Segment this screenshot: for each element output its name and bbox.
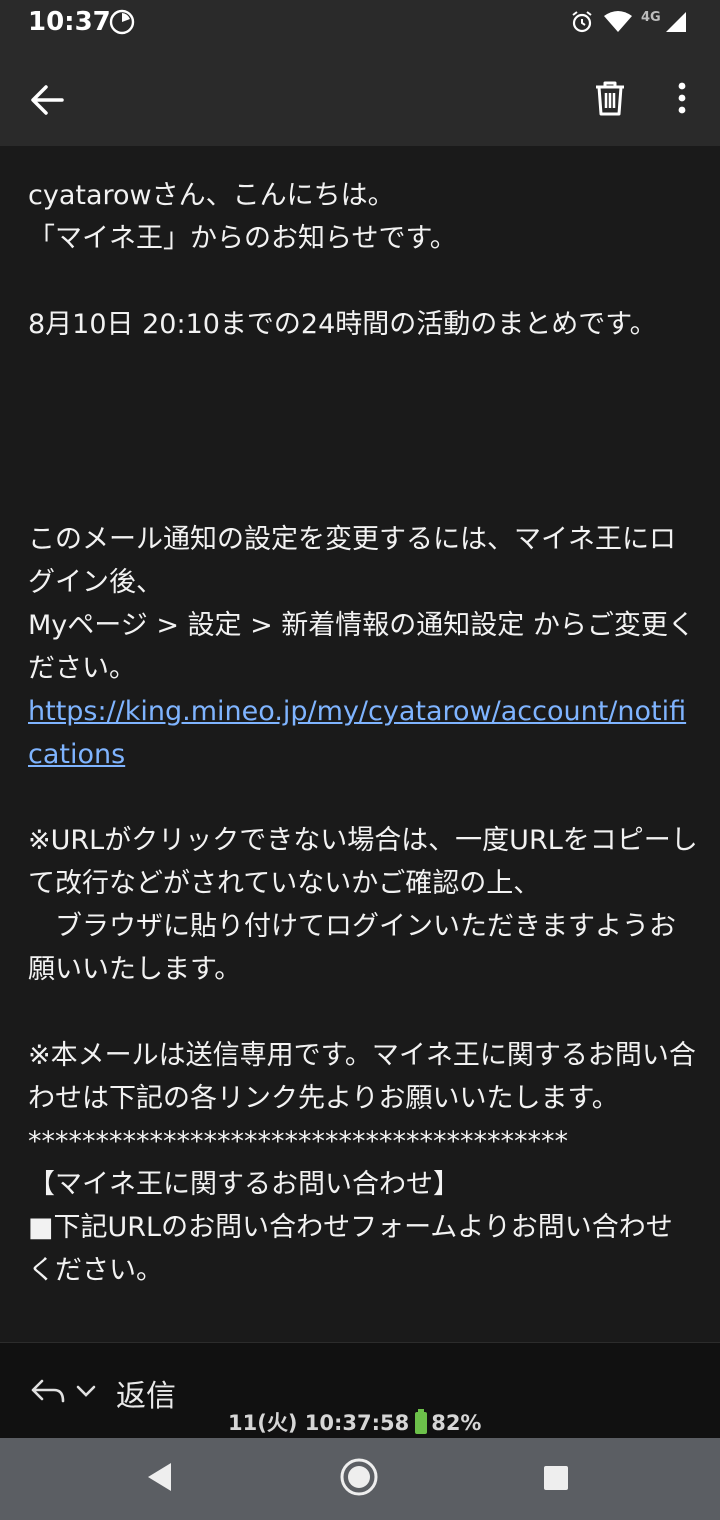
overlay-clock: 11(火) 10:37:58 82% xyxy=(228,1407,481,1437)
navigation-bar xyxy=(0,1438,720,1520)
summary-line: 8月10日 20:10までの24時間の活動のまとめです。 xyxy=(28,309,657,340)
reply-icon[interactable] xyxy=(30,1377,66,1411)
more-vert-icon xyxy=(678,82,686,114)
chevron-down-icon[interactable] xyxy=(76,1383,96,1402)
more-options-button[interactable] xyxy=(664,76,700,120)
reply-bar: 返信 11(火) 10:37:58 82% xyxy=(0,1342,720,1439)
delete-button[interactable] xyxy=(588,76,632,120)
status-bar: 10:37 4G xyxy=(0,0,720,46)
settings-line: このメール通知の設定を変更するには、マイネ王にログイン後、 xyxy=(28,524,676,598)
separator-line: **************************************** xyxy=(28,1126,568,1157)
reply-button[interactable]: 返信 xyxy=(116,1371,176,1415)
send-only-note: ※本メールは送信専用です。マイネ王に関するお問い合わせは下記の各リンク先よりお願… xyxy=(28,1040,696,1114)
greeting-line: cyatarowさん、こんにちは。 xyxy=(28,180,395,211)
contact-heading: 【マイネ王に関するお問い合わせ】 xyxy=(28,1169,460,1200)
network-type: 4G xyxy=(641,10,661,25)
signal-icon xyxy=(664,10,688,38)
url-note-line: ※URLがクリックできない場合は、一度URLをコピーして改行などがされていないか… xyxy=(28,825,698,899)
timer-icon xyxy=(108,8,136,40)
back-button[interactable] xyxy=(24,76,72,124)
app-bar xyxy=(0,46,720,146)
nav-back-icon[interactable] xyxy=(145,1460,175,1498)
clock-text: 11(火) 10:37:58 xyxy=(228,1411,410,1435)
alarm-icon xyxy=(570,10,594,38)
contact-line: ■下記URLのお問い合わせフォームよりお問い合わせください。 xyxy=(28,1212,673,1286)
status-time: 10:37 xyxy=(28,7,111,37)
browser-note-line: ブラウザに貼り付けてログインいただきますようお願いいたします。 xyxy=(28,911,676,985)
notification-settings-link[interactable]: https://king.mineo.jp/my/cyatarow/accoun… xyxy=(28,696,686,770)
nav-home-icon[interactable] xyxy=(338,1456,380,1502)
intro-line: 「マイネ王」からのお知らせです。 xyxy=(28,223,457,254)
battery-icon xyxy=(415,1409,428,1434)
settings-path-line: Myページ > 設定 > 新着情報の通知設定 からご変更ください。 xyxy=(28,610,695,684)
nav-recents-icon[interactable] xyxy=(542,1464,570,1496)
email-body[interactable]: cyatarowさん、こんにちは。 「マイネ王」からのお知らせです。 8月10日… xyxy=(0,146,720,1342)
email-content: cyatarowさん、こんにちは。 「マイネ王」からのお知らせです。 8月10日… xyxy=(28,174,698,1292)
trash-icon xyxy=(596,81,624,116)
wifi-icon xyxy=(603,10,633,38)
arrow-left-icon xyxy=(31,85,64,115)
battery-percent: 82% xyxy=(431,1411,482,1435)
